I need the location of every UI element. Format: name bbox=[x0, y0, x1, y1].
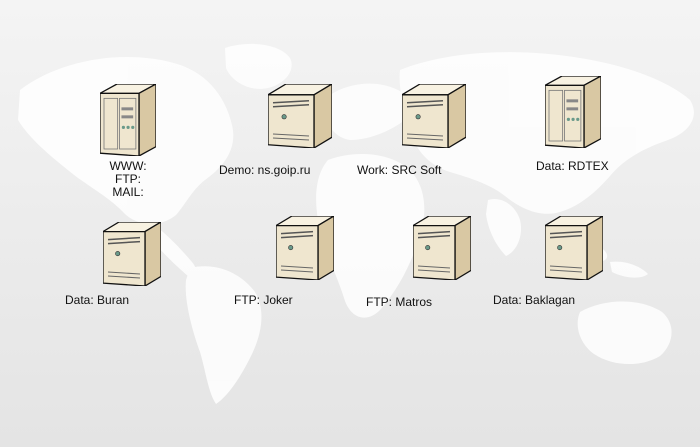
server-label-buran: Data: Buran bbox=[65, 294, 129, 307]
server-icon-work[interactable] bbox=[401, 83, 467, 153]
server-label-line: MAIL: bbox=[112, 185, 144, 199]
server-label-www: WWW: FTP: MAIL: bbox=[88, 160, 168, 199]
server-icon-rdtex[interactable] bbox=[544, 75, 602, 153]
server-label-line: Data: Baklagan bbox=[493, 293, 576, 307]
server-label-line: FTP: Joker bbox=[234, 293, 293, 307]
server-icon-joker[interactable] bbox=[275, 215, 335, 285]
server-label-demo: Demo: ns.goip.ru bbox=[219, 164, 310, 177]
server-label-baklagan: Data: Baklagan bbox=[493, 294, 575, 307]
server-label-work: Work: SRC Soft bbox=[357, 164, 441, 177]
server-label-joker: FTP: Joker bbox=[234, 294, 293, 307]
server-icon-demo[interactable] bbox=[267, 83, 333, 153]
server-icon-baklagan[interactable] bbox=[544, 215, 604, 285]
server-label-line: FTP: Matros bbox=[366, 295, 433, 309]
server-icon-buran[interactable] bbox=[102, 221, 162, 291]
server-label-line: Data: Buran bbox=[65, 293, 130, 307]
server-label-line: Data: RDTEX bbox=[536, 159, 609, 173]
server-label-matros: FTP: Matros bbox=[366, 296, 432, 309]
server-icon-matros[interactable] bbox=[412, 215, 472, 285]
server-icon-www[interactable] bbox=[99, 83, 157, 161]
server-label-rdtex: Data: RDTEX bbox=[536, 160, 609, 173]
server-label-line: Demo: ns.goip.ru bbox=[219, 163, 311, 177]
server-label-line: Work: SRC Soft bbox=[357, 163, 442, 177]
